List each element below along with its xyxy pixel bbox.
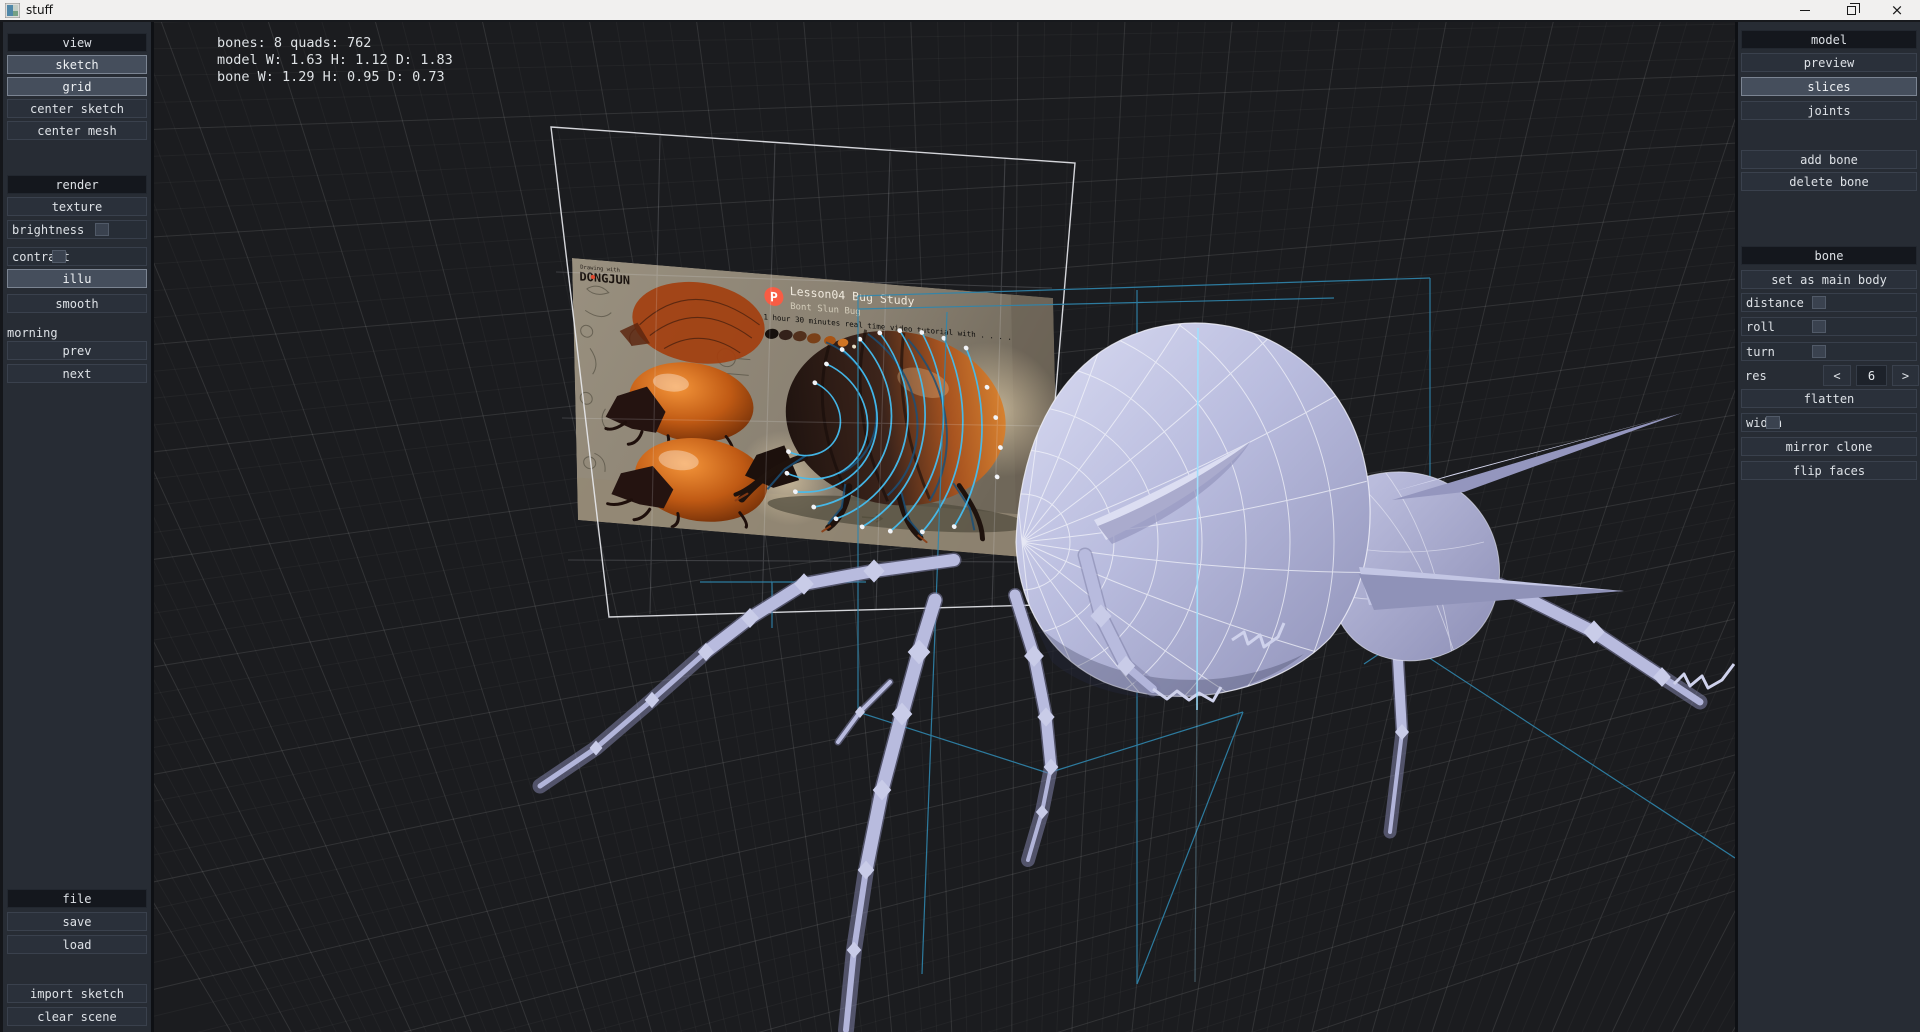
close-button[interactable]: × [1874,0,1920,20]
grid-toggle[interactable]: grid [7,77,147,96]
brightness-label: brightness [12,223,84,237]
distance-slider[interactable]: distance [1741,293,1917,312]
load-button[interactable]: load [7,935,147,954]
roll-slider[interactable]: roll [1741,317,1917,336]
set-main-body-button[interactable]: set as main body [1741,270,1917,289]
width-slider[interactable]: width [1741,413,1917,432]
brightness-slider[interactable]: brightness [7,220,147,239]
model-header[interactable]: model [1741,30,1917,49]
window-title: stuff [26,3,53,17]
view-header[interactable]: view [7,33,147,52]
close-icon: × [1891,3,1904,18]
sketch-toggle[interactable]: sketch [7,55,147,74]
turn-slider-handle[interactable] [1812,345,1826,358]
add-bone-button[interactable]: add bone [1741,150,1917,169]
illu-toggle[interactable]: illu [7,269,147,288]
reference-image-plane[interactable]: P Lesson04 Bug Study Bont Slun Bug 1 hou… [572,258,1067,561]
mirror-clone-button[interactable]: mirror clone [1741,437,1917,456]
lighting-preset-label: morning [7,325,147,341]
flatten-button[interactable]: flatten [1741,389,1917,408]
stats-model-dims: model W: 1.63 H: 1.12 D: 1.83 [217,52,453,68]
center-mesh-button[interactable]: center mesh [7,121,147,140]
res-decrement-button[interactable]: < [1823,365,1851,386]
smooth-button[interactable]: smooth [7,294,147,313]
app-icon [5,3,20,18]
app-window: stuff × view sketch grid center sketch c… [0,0,1920,1032]
bone-header[interactable]: bone [1741,246,1917,265]
stats-bone-dims: bone W: 1.29 H: 0.95 D: 0.73 [217,69,445,85]
flip-faces-button[interactable]: flip faces [1741,461,1917,480]
titlebar[interactable]: stuff × [0,0,1920,22]
save-button[interactable]: save [7,912,147,931]
preview-button[interactable]: preview [1741,53,1917,72]
clear-scene-button[interactable]: clear scene [7,1007,147,1026]
distance-label: distance [1746,296,1804,310]
turn-slider[interactable]: turn [1741,342,1917,361]
import-sketch-button[interactable]: import sketch [7,984,147,1003]
roll-label: roll [1746,320,1775,334]
restore-button[interactable] [1828,0,1874,20]
left-sidebar: view sketch grid center sketch center me… [0,22,154,1032]
texture-button[interactable]: texture [7,197,147,216]
delete-bone-button[interactable]: delete bone [1741,172,1917,191]
viewport-3d[interactable]: P Lesson04 Bug Study Bont Slun Bug 1 hou… [154,22,1735,1032]
distance-slider-handle[interactable] [1812,296,1826,309]
stats-bones-quads: bones: 8 quads: 762 [217,35,371,51]
next-button[interactable]: next [7,364,147,383]
joints-button[interactable]: joints [1741,101,1917,120]
render-header[interactable]: render [7,175,147,194]
width-slider-handle[interactable] [1766,416,1780,429]
minimize-icon [1800,10,1810,11]
right-sidebar: model preview slices joints add bone del… [1735,22,1920,1032]
minimize-button[interactable] [1782,0,1828,20]
center-sketch-button[interactable]: center sketch [7,99,147,118]
roll-slider-handle[interactable] [1812,320,1826,333]
res-value: 6 [1856,365,1887,386]
brightness-slider-handle[interactable] [95,223,109,236]
contrast-slider-handle[interactable] [52,250,66,263]
file-header[interactable]: file [7,889,147,908]
res-increment-button[interactable]: > [1892,365,1919,386]
res-row: res < 6 > [1741,365,1917,387]
slices-toggle[interactable]: slices [1741,77,1917,96]
contrast-slider[interactable]: contrast [7,247,147,266]
restore-icon [1847,6,1856,15]
res-label: res [1745,369,1767,383]
turn-label: turn [1746,345,1775,359]
prev-button[interactable]: prev [7,341,147,360]
